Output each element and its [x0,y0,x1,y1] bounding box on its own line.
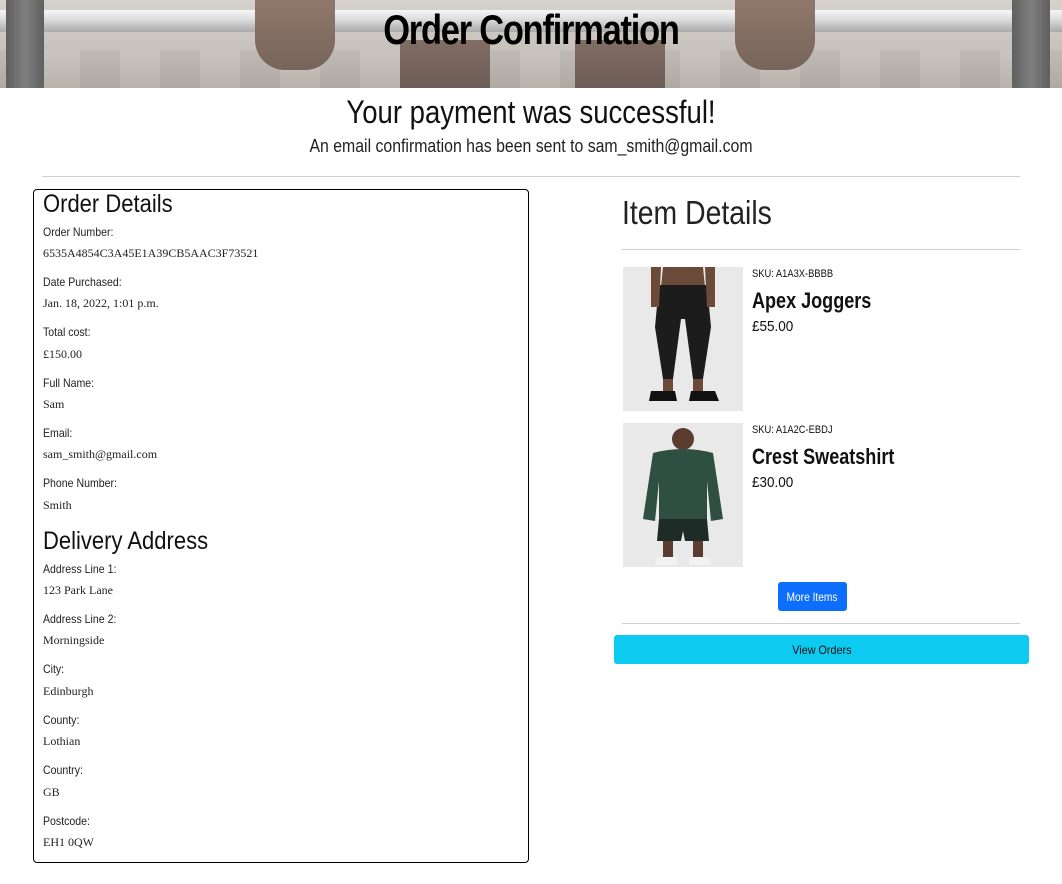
sweatshirt-product-image[interactable] [623,423,743,567]
section-divider [42,176,1020,177]
email-value: sam_smith@gmail.com [43,447,158,461]
more-items-label: More Items [786,589,838,604]
order-number-label: Order Number: [43,225,114,239]
page-title: Order Confirmation [383,6,680,53]
item-sku: SKU: A1A3X-BBBB [752,268,834,280]
item-details-divider [622,249,1020,250]
joggers-illustration [623,267,743,411]
hero-banner: Order Confirmation [0,0,1062,88]
item-price: £30.00 [752,474,794,491]
order-details-card: Order Details Order Number: 6535A4854C3A… [33,189,529,863]
full-name-label: Full Name: [43,376,95,390]
postcode-value: EH1 0QW [43,835,94,849]
order-details-heading: Order Details [43,190,173,218]
sweatshirt-illustration [623,423,743,567]
address-line-2-value: Morningside [43,633,105,647]
postcode-label: Postcode: [43,814,90,828]
item-details-heading: Item Details [622,194,772,231]
phone-number-value: Smith [43,498,72,512]
actions-divider [622,623,1020,624]
county-value: Lothian [43,734,81,748]
full-name-value: Sam [43,397,65,411]
country-label: Country: [43,763,83,777]
phone-number-label: Phone Number: [43,476,117,490]
email-label: Email: [43,426,73,440]
item-price: £55.00 [752,318,794,335]
address-line-1-value: 123 Park Lane [43,583,113,597]
city-label: City: [43,662,65,676]
more-items-button[interactable]: More Items [778,582,847,611]
address-line-1-label: Address Line 1: [43,562,117,576]
email-confirmation-note: An email confirmation has been sent to s… [309,136,753,156]
total-cost-label: Total cost: [43,325,91,339]
city-value: Edinburgh [43,684,94,698]
view-orders-label: View Orders [791,642,852,657]
order-number-value: 6535A4854C3A45E1A39CB5AAC3F73521 [43,246,259,260]
date-purchased-label: Date Purchased: [43,275,122,289]
delivery-address-heading: Delivery Address [43,527,209,555]
date-purchased-value: Jan. 18, 2022, 1:01 p.m. [43,296,159,310]
country-value: GB [43,785,60,799]
address-line-2-label: Address Line 2: [43,612,117,626]
success-message: Your payment was successful! [346,94,716,130]
item-name[interactable]: Crest Sweatshirt [752,444,894,470]
item-name[interactable]: Apex Joggers [752,288,871,314]
total-cost-value: £150.00 [43,347,82,361]
joggers-product-image[interactable] [623,267,743,411]
item-sku: SKU: A1A2C-EBDJ [752,424,833,436]
county-label: County: [43,713,80,727]
view-orders-button[interactable]: View Orders [614,635,1029,664]
